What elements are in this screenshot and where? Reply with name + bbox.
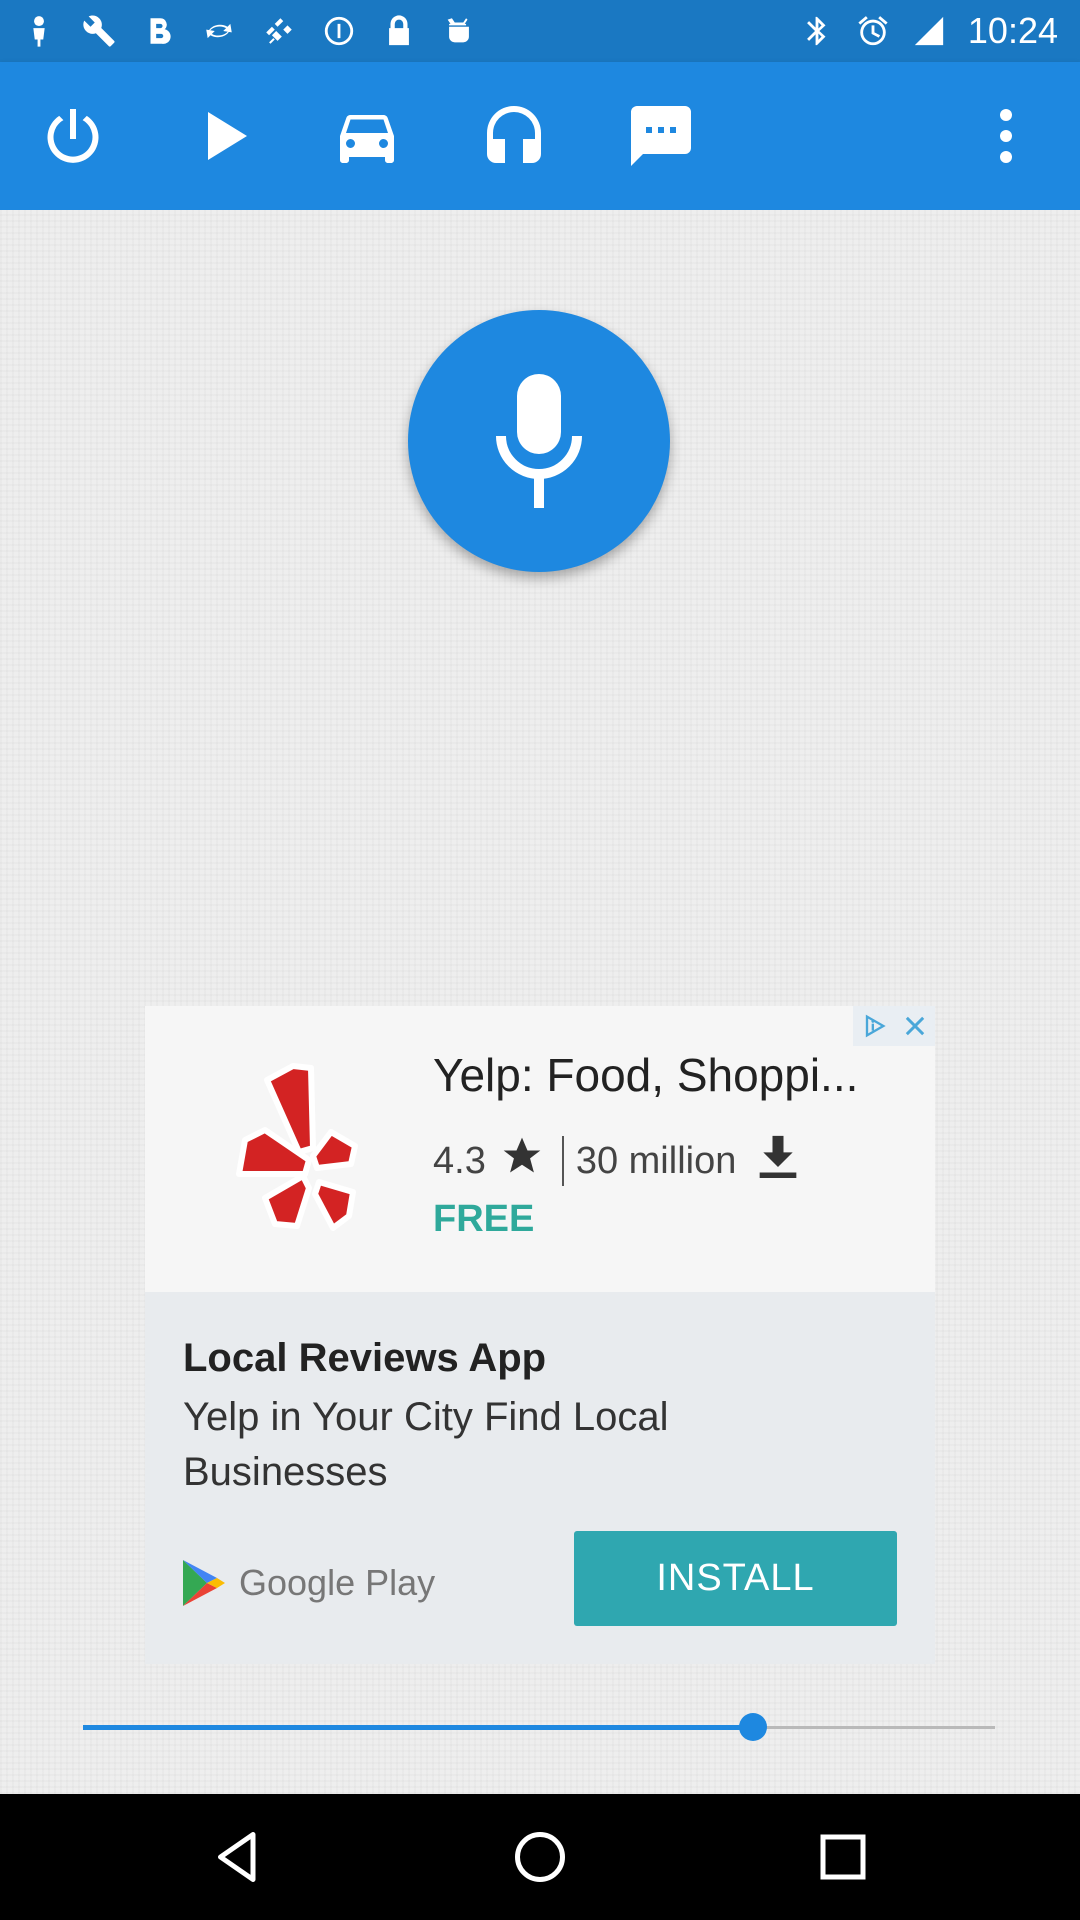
google-play-icon <box>183 1560 225 1606</box>
more-vert-icon <box>1000 109 1012 163</box>
info-circle-icon <box>322 14 356 48</box>
ad-meta: 4.3 30 million <box>433 1132 800 1190</box>
slider-thumb[interactable] <box>739 1713 767 1741</box>
bold-b-icon <box>142 14 176 48</box>
fake-gps-icon <box>262 14 296 48</box>
ad-app-name: Yelp: Food, Shoppi... <box>433 1049 859 1101</box>
headphones-button[interactable] <box>474 96 554 176</box>
close-icon <box>905 1016 924 1036</box>
play-icon <box>208 112 247 160</box>
home-button[interactable] <box>505 1822 575 1892</box>
bluetooth-icon <box>800 14 834 48</box>
signal-icon <box>912 14 946 48</box>
clock: 10:24 <box>967 10 1058 51</box>
ad-card[interactable]: Yelp: Food, Shoppi... 4.3 30 million FRE… <box>145 1006 935 1664</box>
ad-rating: 4.3 <box>433 1139 486 1182</box>
star-icon <box>486 1134 558 1188</box>
recents-button[interactable] <box>808 1822 878 1892</box>
ad-price: FREE <box>433 1198 535 1240</box>
ad-headline: Local Reviews App <box>183 1336 547 1380</box>
power-button[interactable] <box>33 96 113 176</box>
back-button[interactable] <box>203 1822 273 1892</box>
play-button[interactable] <box>183 96 263 176</box>
google-play-logo: Google Play <box>181 1558 435 1608</box>
ad-close-button[interactable] <box>894 1006 935 1046</box>
alarm-icon <box>856 14 890 48</box>
message-icon <box>631 106 691 166</box>
ad-body: Yelp in Your City Find Local Businesses <box>183 1395 669 1494</box>
recents-icon <box>820 1834 866 1880</box>
slider-fill <box>83 1725 753 1730</box>
more-options-button[interactable] <box>966 96 1046 176</box>
ad-meta-divider <box>561 1136 564 1186</box>
ad-downloads: 30 million <box>575 1139 737 1182</box>
power-icon <box>47 109 99 163</box>
app-bar <box>0 62 1080 210</box>
headphones-icon <box>487 106 541 163</box>
wrench-icon <box>82 14 116 48</box>
download-icon <box>736 1132 800 1190</box>
android-icon <box>442 14 476 48</box>
google-play-label: Google Play <box>239 1562 436 1603</box>
navigation-bar <box>0 1794 1080 1920</box>
back-icon <box>218 1832 256 1882</box>
home-icon <box>515 1832 565 1882</box>
ad-choices-button[interactable] <box>853 1006 894 1046</box>
car-icon <box>340 115 394 163</box>
ad-badge <box>853 1006 935 1046</box>
car-mode-button[interactable] <box>327 96 407 176</box>
seek-slider[interactable] <box>83 1713 995 1741</box>
ad-choices-icon <box>865 1014 886 1038</box>
swirl-icon <box>202 14 236 48</box>
lock-icon <box>382 14 416 48</box>
message-button[interactable] <box>621 96 701 176</box>
status-bar: 10:24 <box>0 0 1080 62</box>
person-pin-icon <box>22 14 56 48</box>
yelp-logo <box>236 1063 358 1231</box>
microphone-icon <box>496 374 582 508</box>
mic-button[interactable] <box>408 310 670 572</box>
install-button[interactable]: INSTALL <box>574 1531 897 1626</box>
